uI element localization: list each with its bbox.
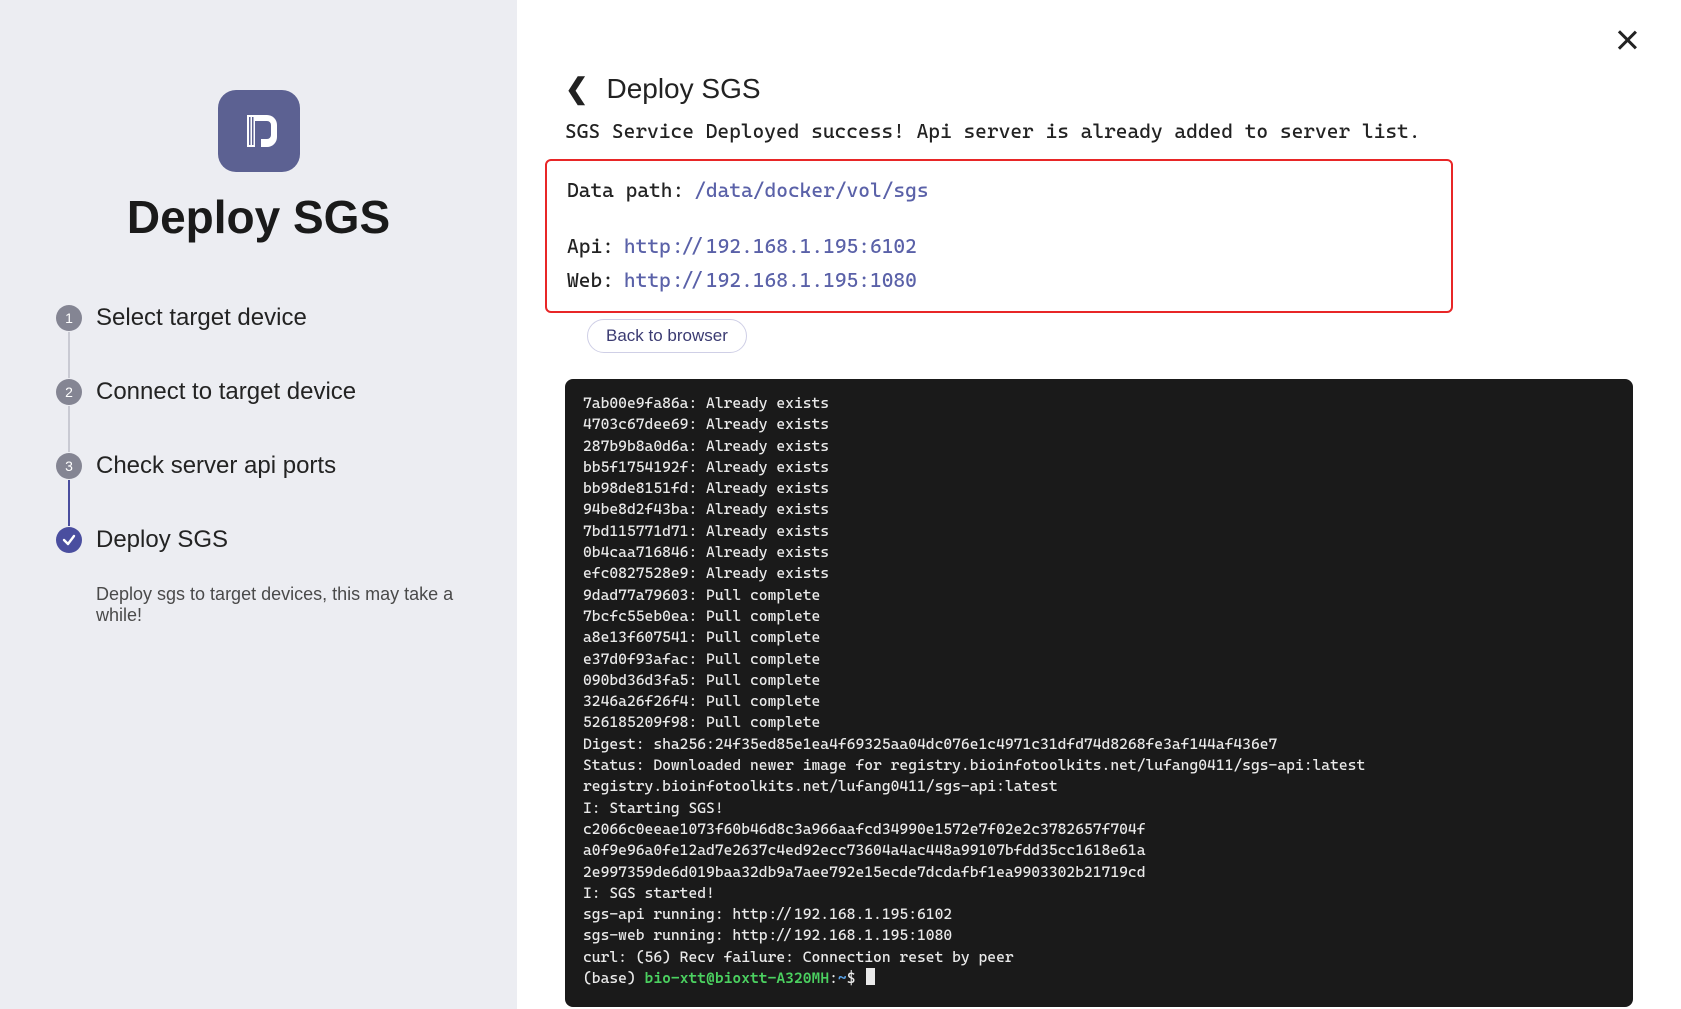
terminal-line: 526185209f98: Pull complete (583, 712, 1615, 733)
step-connector (68, 406, 70, 452)
app-logo (218, 90, 300, 172)
terminal-line: 4703c67dee69: Already exists (583, 414, 1615, 435)
terminal-line: 7bd115771d71: Already exists (583, 521, 1615, 542)
sidebar: Deploy SGS 1 Select target device 2 Conn… (0, 0, 517, 1009)
success-message: SGS Service Deployed success! Api server… (565, 119, 1633, 143)
main-panel: ❮ Deploy SGS SGS Service Deployed succes… (517, 0, 1681, 1009)
terminal-line: sgs-web running: http://192.168.1.195:10… (583, 925, 1615, 946)
terminal-output[interactable]: 7ab00e9fa86a: Already exists4703c67dee69… (565, 379, 1633, 1007)
step-number-badge: 1 (56, 305, 82, 331)
terminal-prompt: (base) bio-xtt@bioxtt-A320MH:~$ (583, 968, 1615, 989)
terminal-line: 9dad77a79603: Pull complete (583, 585, 1615, 606)
back-to-browser-button[interactable]: Back to browser (587, 319, 747, 353)
api-label: Api: (567, 229, 614, 263)
deploy-info-box: Data path: /data/docker/vol/sgs Api: htt… (545, 159, 1453, 313)
terminal-line: bb5f1754192f: Already exists (583, 457, 1615, 478)
terminal-line: bb98de8151fd: Already exists (583, 478, 1615, 499)
page-header: ❮ Deploy SGS (565, 72, 1633, 105)
terminal-line: 2e997359de6d019baa32db9a7aee792e15ecde7d… (583, 862, 1615, 883)
terminal-line: Status: Downloaded newer image for regis… (583, 755, 1615, 776)
step-1[interactable]: 1 Select target device (56, 304, 465, 332)
terminal-line: I: Starting SGS! (583, 798, 1615, 819)
terminal-line: a0f9e96a0fe12ad7e2637c4ed92ecc73604a4ac4… (583, 840, 1615, 861)
terminal-line: curl: (56) Recv failure: Connection rese… (583, 947, 1615, 968)
page-title: Deploy SGS (606, 73, 760, 105)
step-label: Select target device (96, 304, 307, 332)
terminal-line: efc0827528e9: Already exists (583, 563, 1615, 584)
terminal-line: 3246a26f26f4: Pull complete (583, 691, 1615, 712)
terminal-line: sgs-api running: http://192.168.1.195:61… (583, 904, 1615, 925)
step-label: Connect to target device (96, 378, 356, 406)
sidebar-title: Deploy SGS (127, 190, 390, 244)
step-3[interactable]: 3 Check server api ports (56, 452, 465, 480)
wizard-steps: 1 Select target device 2 Connect to targ… (52, 304, 465, 626)
terminal-line: 0b4caa716846: Already exists (583, 542, 1615, 563)
api-url[interactable]: http://192.168.1.195:6102 (624, 229, 917, 263)
terminal-line: 94be8d2f43ba: Already exists (583, 499, 1615, 520)
terminal-line: 7bcfc55eb0ea: Pull complete (583, 606, 1615, 627)
terminal-line: 7ab00e9fa86a: Already exists (583, 393, 1615, 414)
step-done-badge (56, 527, 82, 553)
step-number-badge: 2 (56, 379, 82, 405)
data-path-value: /data/docker/vol/sgs (694, 173, 928, 207)
terminal-line: Digest: sha256:24f35ed85e1ea4f69325aa04d… (583, 734, 1615, 755)
terminal-line: c2066c0eeae1073f60b46d8c3a966aafcd34990e… (583, 819, 1615, 840)
terminal-line: 287b9b8a0d6a: Already exists (583, 436, 1615, 457)
close-icon[interactable] (1615, 28, 1639, 52)
step-connector (68, 332, 70, 378)
terminal-line: 090bd36d3fa5: Pull complete (583, 670, 1615, 691)
step-4[interactable]: Deploy SGS (56, 526, 465, 554)
web-label: Web: (567, 263, 614, 297)
terminal-line: e37d0f93afac: Pull complete (583, 649, 1615, 670)
back-chevron-icon[interactable]: ❮ (565, 72, 588, 105)
step-number-badge: 3 (56, 453, 82, 479)
step-connector (68, 480, 70, 526)
step-help-text: Deploy sgs to target devices, this may t… (96, 584, 465, 626)
terminal-line: a8e13f607541: Pull complete (583, 627, 1615, 648)
step-2[interactable]: 2 Connect to target device (56, 378, 465, 406)
step-label: Deploy SGS (96, 526, 228, 554)
terminal-line: registry.bioinfotoolkits.net/lufang0411/… (583, 776, 1615, 797)
data-path-label: Data path: (567, 173, 684, 207)
web-url[interactable]: http://192.168.1.195:1080 (624, 263, 917, 297)
step-label: Check server api ports (96, 452, 336, 480)
terminal-line: I: SGS started! (583, 883, 1615, 904)
